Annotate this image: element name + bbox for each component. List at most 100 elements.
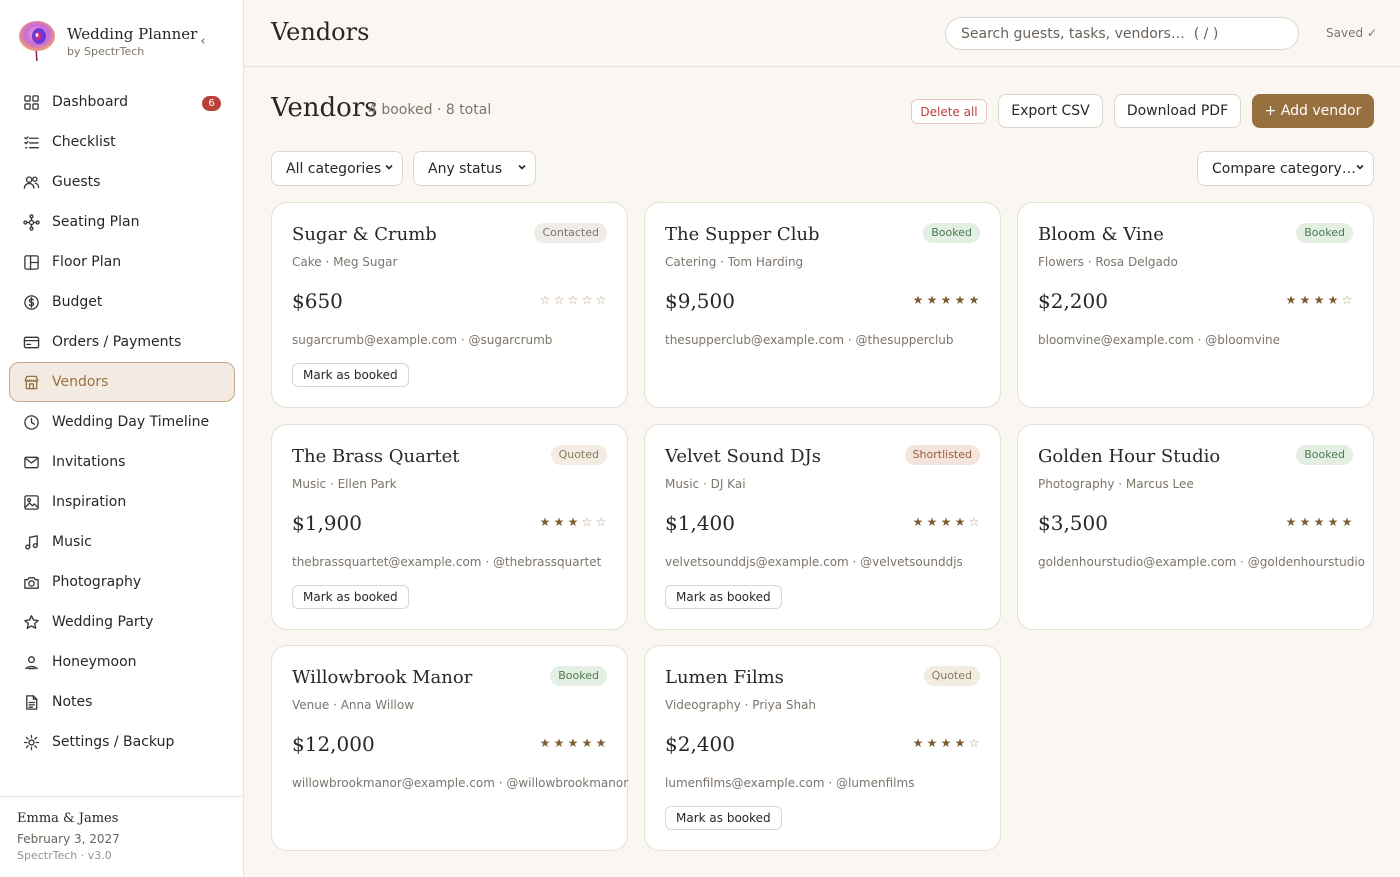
- star-rating[interactable]: ★ ★ ★ ★ ☆: [1285, 293, 1353, 307]
- camera-icon: [23, 574, 40, 591]
- couple-names: Emma & James: [17, 811, 119, 826]
- sidebar-item-budget[interactable]: Budget: [9, 282, 235, 322]
- star-filled-icon[interactable]: ★: [567, 736, 579, 750]
- star-filled-icon[interactable]: ★: [954, 515, 966, 529]
- status-filter-select[interactable]: Any status: [413, 151, 536, 186]
- star-filled-icon[interactable]: ★: [954, 736, 966, 750]
- vendor-price: $2,400: [665, 732, 735, 756]
- sidebar-item-invitations[interactable]: Invitations: [9, 442, 235, 482]
- vendor-card[interactable]: Velvet Sound DJs Music · DJ Kai Shortliste…: [644, 424, 1001, 630]
- sidebar-item-inspiration[interactable]: Inspiration: [9, 482, 235, 522]
- star-filled-icon[interactable]: ★: [1285, 515, 1297, 529]
- sidebar-item-photography[interactable]: Photography: [9, 562, 235, 602]
- star-empty-icon[interactable]: ☆: [968, 515, 980, 529]
- star-rating[interactable]: ★ ★ ★ ★ ☆: [912, 515, 980, 529]
- page-title: Vendors: [271, 93, 378, 123]
- star-filled-icon[interactable]: ★: [926, 515, 938, 529]
- star-filled-icon[interactable]: ★: [968, 293, 980, 307]
- vendor-card[interactable]: Lumen Films Videography · Priya Shah Quote…: [644, 645, 1001, 851]
- star-rating[interactable]: ★ ★ ★ ★ ★: [1285, 515, 1353, 529]
- star-filled-icon[interactable]: ★: [940, 736, 952, 750]
- star-rating[interactable]: ☆ ☆ ☆ ☆ ☆: [539, 293, 607, 307]
- compare-category-select[interactable]: Compare category…: [1197, 151, 1374, 186]
- sidebar-item-orders-payments[interactable]: Orders / Payments: [9, 322, 235, 362]
- sidebar-item-seating-plan[interactable]: Seating Plan: [9, 202, 235, 242]
- star-filled-icon[interactable]: ★: [912, 736, 924, 750]
- star-empty-icon[interactable]: ☆: [581, 293, 593, 307]
- vendor-card[interactable]: Golden Hour Studio Photography · Marcus L…: [1017, 424, 1374, 630]
- star-filled-icon[interactable]: ★: [1327, 293, 1339, 307]
- download-pdf-button[interactable]: Download PDF: [1114, 94, 1241, 128]
- star-empty-icon[interactable]: ☆: [553, 293, 565, 307]
- vendor-card[interactable]: Sugar & Crumb Cake · Meg Sugar Contacted $6…: [271, 202, 628, 408]
- mark-as-booked-button[interactable]: Mark as booked: [292, 363, 409, 387]
- export-csv-button[interactable]: Export CSV: [998, 94, 1103, 128]
- star-rating[interactable]: ★ ★ ★ ☆ ☆: [539, 515, 607, 529]
- star-filled-icon[interactable]: ★: [1313, 293, 1325, 307]
- sidebar-item-label: Photography: [52, 574, 142, 590]
- sidebar-item-music[interactable]: Music: [9, 522, 235, 562]
- star-filled-icon[interactable]: ★: [553, 736, 565, 750]
- star-filled-icon[interactable]: ★: [912, 515, 924, 529]
- add-vendor-button[interactable]: + Add vendor: [1252, 94, 1374, 128]
- star-rating[interactable]: ★ ★ ★ ★ ★: [539, 736, 607, 750]
- sidebar-item-dashboard[interactable]: Dashboard 6: [9, 82, 235, 122]
- mark-as-booked-button[interactable]: Mark as booked: [292, 585, 409, 609]
- star-filled-icon[interactable]: ★: [940, 293, 952, 307]
- star-filled-icon[interactable]: ★: [1299, 293, 1311, 307]
- sidebar-item-notes[interactable]: Notes: [9, 682, 235, 722]
- star-filled-icon[interactable]: ★: [1327, 515, 1339, 529]
- top-bar-title: Vendors: [271, 18, 370, 46]
- delete-all-button[interactable]: Delete all: [911, 99, 987, 124]
- vendor-contact: thesupperclub@example.com · @thesuppercl…: [665, 333, 954, 347]
- star-filled-icon[interactable]: ★: [595, 736, 607, 750]
- star-filled-icon[interactable]: ★: [553, 515, 565, 529]
- vendor-category: Music · DJ Kai: [665, 477, 746, 491]
- star-filled-icon[interactable]: ★: [1341, 515, 1353, 529]
- star-filled-icon[interactable]: ★: [1313, 515, 1325, 529]
- sidebar-item-floor-plan[interactable]: Floor Plan: [9, 242, 235, 282]
- star-filled-icon[interactable]: ★: [926, 736, 938, 750]
- sidebar-item-vendors[interactable]: Vendors: [9, 362, 235, 402]
- sidebar-item-wedding-party[interactable]: Wedding Party: [9, 602, 235, 642]
- star-filled-icon[interactable]: ★: [926, 293, 938, 307]
- star-empty-icon[interactable]: ☆: [595, 293, 607, 307]
- vendor-card[interactable]: Bloom & Vine Flowers · Rosa Delgado Booked…: [1017, 202, 1374, 408]
- sidebar-item-honeymoon[interactable]: Honeymoon: [9, 642, 235, 682]
- star-filled-icon[interactable]: ★: [1285, 293, 1297, 307]
- star-rating[interactable]: ★ ★ ★ ★ ☆: [912, 736, 980, 750]
- star-filled-icon[interactable]: ★: [940, 515, 952, 529]
- star-filled-icon[interactable]: ★: [912, 293, 924, 307]
- mark-as-booked-button[interactable]: Mark as booked: [665, 585, 782, 609]
- star-empty-icon[interactable]: ☆: [1341, 293, 1353, 307]
- star-filled-icon[interactable]: ★: [954, 293, 966, 307]
- star-empty-icon[interactable]: ☆: [595, 515, 607, 529]
- star-empty-icon[interactable]: ☆: [539, 293, 551, 307]
- star-filled-icon[interactable]: ★: [539, 515, 551, 529]
- star-filled-icon[interactable]: ★: [1299, 515, 1311, 529]
- wedding-date: February 3, 2027: [17, 832, 120, 846]
- sidebar-item-guests[interactable]: Guests: [9, 162, 235, 202]
- sidebar-item-settings-backup[interactable]: Settings / Backup: [9, 722, 235, 762]
- star-filled-icon[interactable]: ★: [581, 736, 593, 750]
- star-filled-icon[interactable]: ★: [567, 515, 579, 529]
- star-empty-icon[interactable]: ☆: [968, 736, 980, 750]
- vendor-category: Music · Ellen Park: [292, 477, 397, 491]
- star-filled-icon[interactable]: ★: [539, 736, 551, 750]
- star-empty-icon[interactable]: ☆: [567, 293, 579, 307]
- sidebar-item-checklist[interactable]: Checklist: [9, 122, 235, 162]
- vendor-price: $1,400: [665, 511, 735, 535]
- search-input[interactable]: [945, 17, 1299, 50]
- star-rating[interactable]: ★ ★ ★ ★ ★: [912, 293, 980, 307]
- vendor-card[interactable]: Willowbrook Manor Venue · Anna Willow Book…: [271, 645, 628, 851]
- star-empty-icon[interactable]: ☆: [581, 515, 593, 529]
- layout-icon: [23, 254, 40, 271]
- sidebar-item-label: Music: [52, 534, 92, 550]
- sidebar-item-label: Settings / Backup: [52, 734, 175, 750]
- vendor-card[interactable]: The Brass Quartet Music · Ellen Park Quote…: [271, 424, 628, 630]
- category-filter-select[interactable]: All categories: [271, 151, 403, 186]
- collapse-sidebar-icon[interactable]: ‹: [196, 33, 210, 51]
- mark-as-booked-button[interactable]: Mark as booked: [665, 806, 782, 830]
- vendor-card[interactable]: The Supper Club Catering · Tom Harding Boo…: [644, 202, 1001, 408]
- sidebar-item-wedding-day-timeline[interactable]: Wedding Day Timeline: [9, 402, 235, 442]
